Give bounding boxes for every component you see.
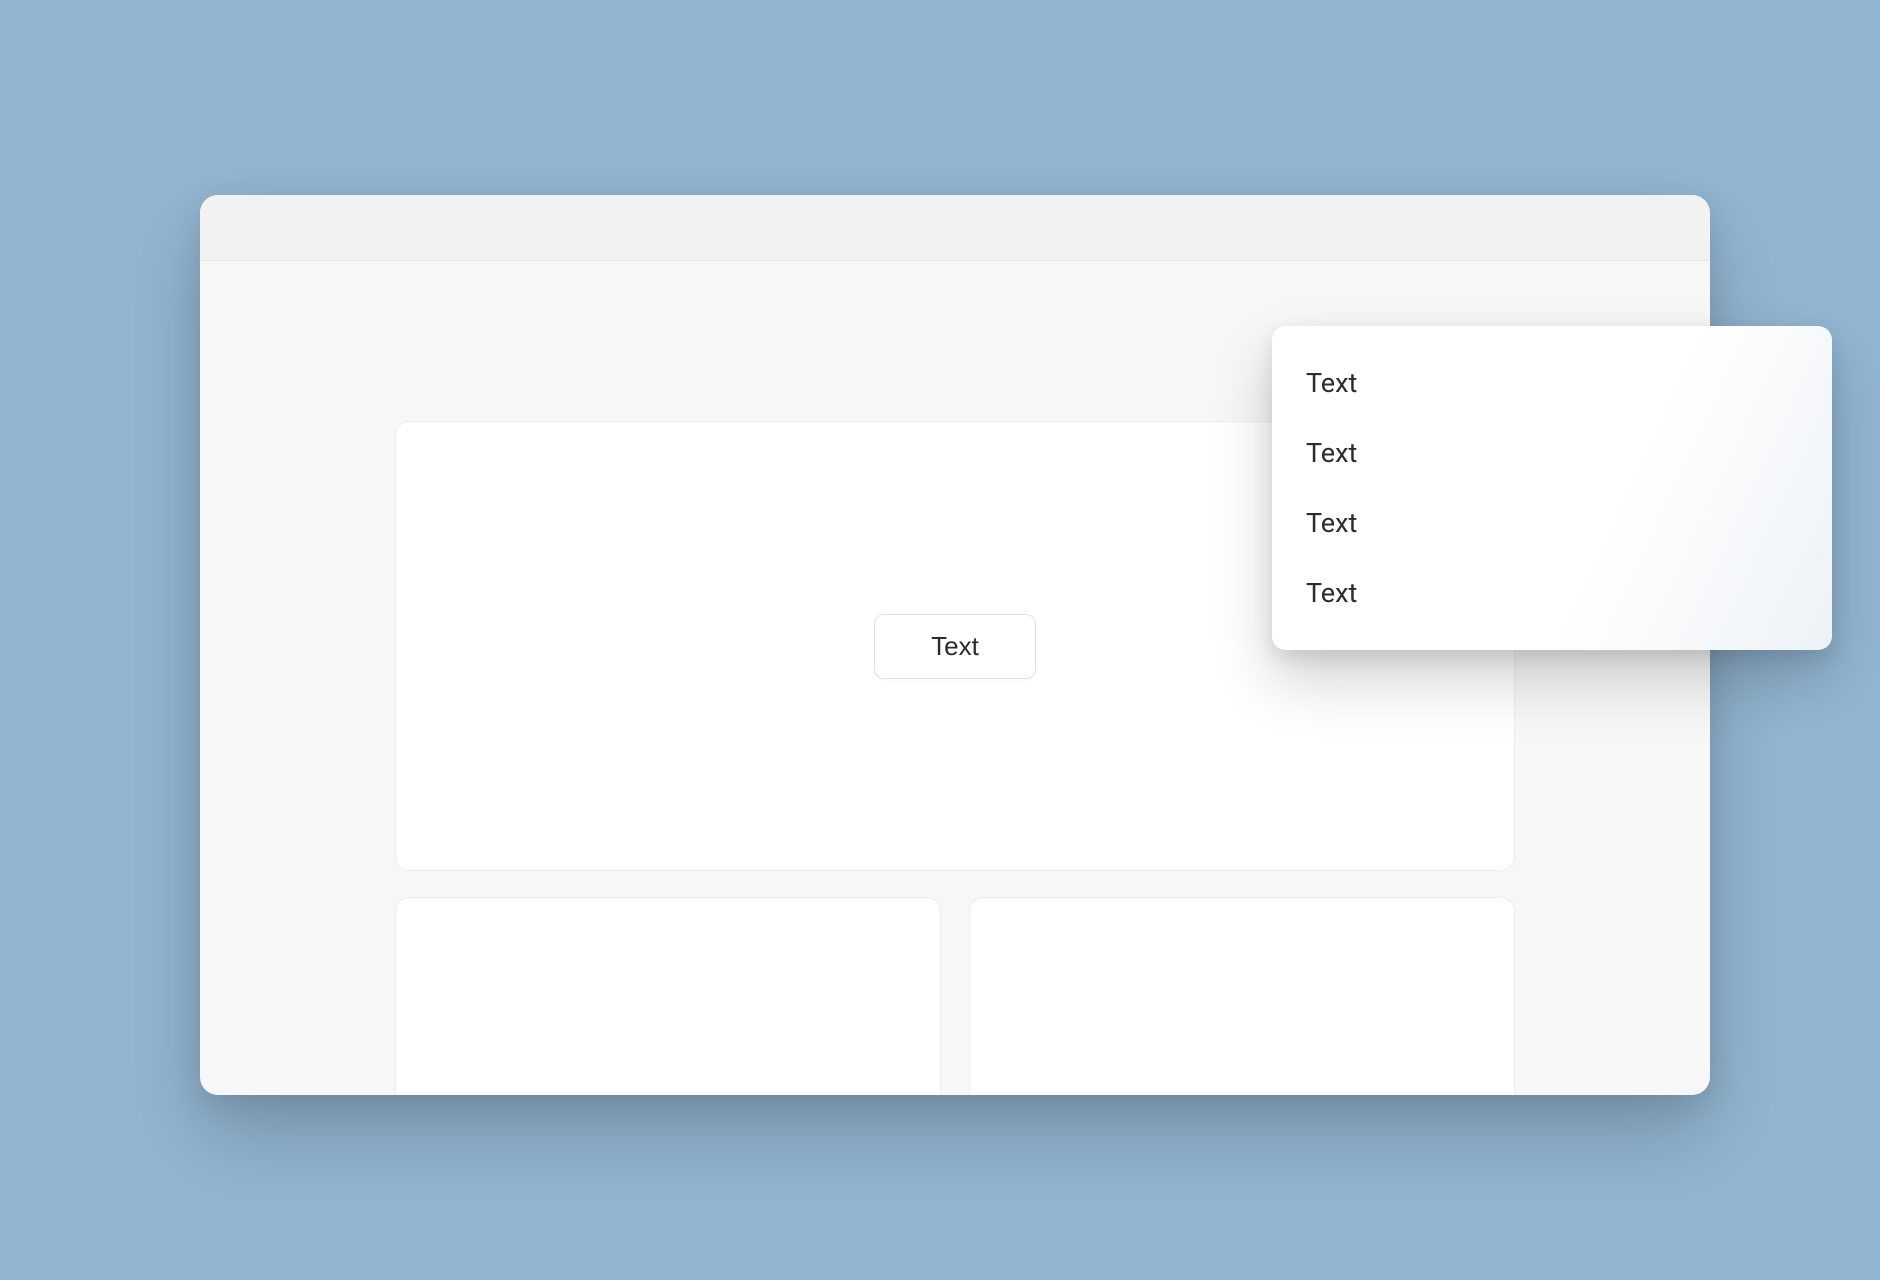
text-button[interactable]: Text	[874, 614, 1036, 679]
dropdown-item-1[interactable]: Text	[1272, 418, 1832, 488]
titlebar	[200, 195, 1710, 261]
dropdown-menu: Text Text Text Text	[1272, 326, 1832, 650]
card-small-left	[395, 897, 941, 1095]
dropdown-item-3[interactable]: Text	[1272, 558, 1832, 628]
card-small-right	[969, 897, 1515, 1095]
card-row	[395, 897, 1515, 1095]
dropdown-item-0[interactable]: Text	[1272, 348, 1832, 418]
dropdown-item-2[interactable]: Text	[1272, 488, 1832, 558]
